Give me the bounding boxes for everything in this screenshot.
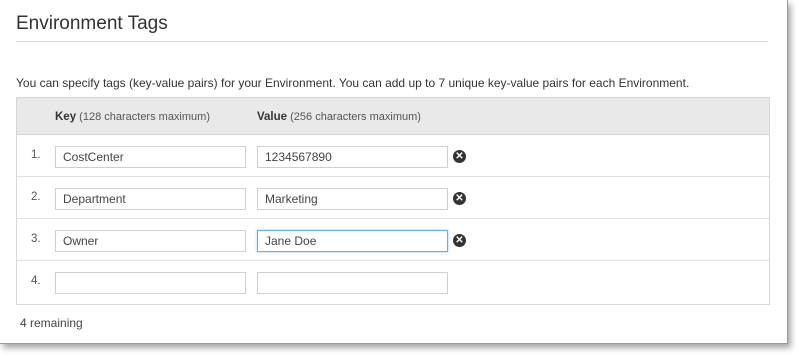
table-header: Key (128 characters maximum) Value (256 … <box>17 98 769 135</box>
table-row: 2. ✕ <box>17 177 769 219</box>
tag-key-input[interactable] <box>55 230 246 252</box>
tag-value-input[interactable] <box>257 272 448 294</box>
environment-tags-panel: Environment Tags You can specify tags (k… <box>0 0 788 344</box>
value-header-label: Value <box>257 111 288 123</box>
row-number: 3. <box>31 233 41 245</box>
row-number: 1. <box>31 149 41 161</box>
table-row: 1. ✕ <box>17 135 769 177</box>
title-divider <box>16 41 768 42</box>
key-header-label: Key <box>55 111 77 123</box>
value-header-hint: (256 characters maximum) <box>290 111 421 123</box>
table-row: 4. <box>17 261 769 303</box>
row-number: 2. <box>31 191 41 203</box>
row-number: 4. <box>31 275 41 287</box>
table-row: 3. ✕ <box>17 219 769 261</box>
value-column-header: Value (256 characters maximum) <box>257 111 421 123</box>
remaining-count: 4 remaining <box>20 316 83 330</box>
key-column-header: Key (128 characters maximum) <box>55 111 210 123</box>
remove-tag-icon[interactable]: ✕ <box>453 150 466 163</box>
remove-tag-icon[interactable]: ✕ <box>453 192 466 205</box>
remove-tag-icon[interactable]: ✕ <box>453 234 466 247</box>
tag-key-input[interactable] <box>55 146 246 168</box>
tag-key-input[interactable] <box>55 272 246 294</box>
tag-value-input[interactable] <box>257 146 448 168</box>
key-header-hint: (128 characters maximum) <box>79 111 210 123</box>
section-description: You can specify tags (key-value pairs) f… <box>16 76 690 90</box>
tag-value-input[interactable] <box>257 188 448 210</box>
tag-value-input[interactable] <box>257 230 448 252</box>
tag-key-input[interactable] <box>55 188 246 210</box>
tags-table: Key (128 characters maximum) Value (256 … <box>16 97 770 305</box>
section-title: Environment Tags <box>16 13 168 34</box>
